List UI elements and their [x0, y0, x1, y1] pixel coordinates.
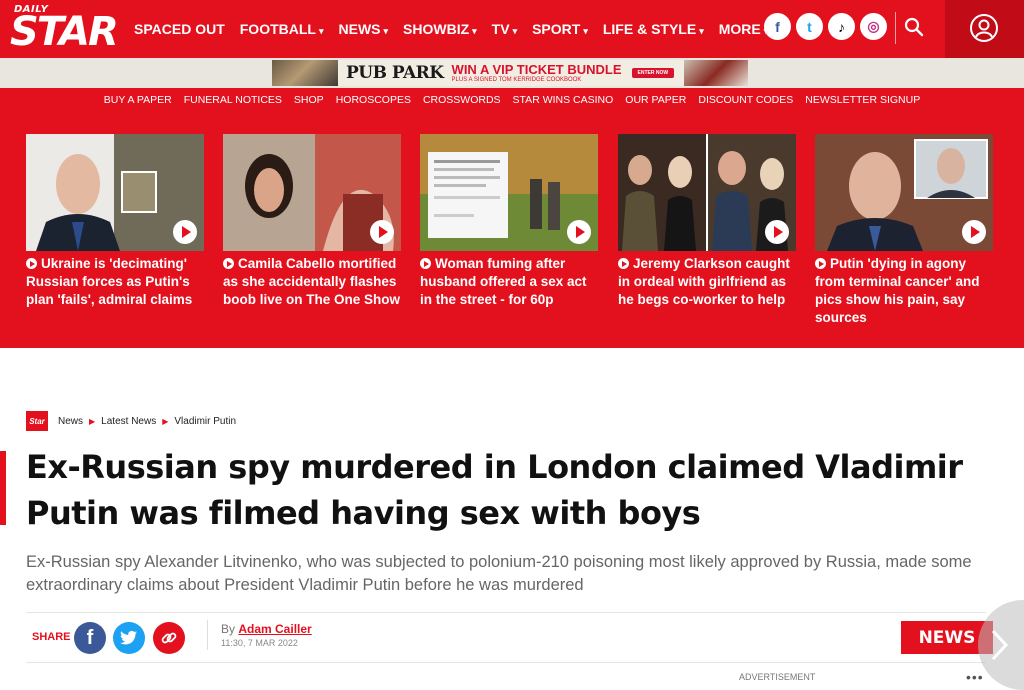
- story-headline[interactable]: Ukraine is 'decimating' Russian forces a…: [26, 255, 204, 309]
- advert-logo: PUB PARK: [346, 63, 444, 83]
- video-bullet-icon: [26, 258, 37, 269]
- story-thumbnail[interactable]: [26, 134, 204, 251]
- advert-strip: PUB PARK WIN A VIP TICKET BUNDLE PLUS A …: [0, 58, 1024, 88]
- story-thumbnail[interactable]: [223, 134, 401, 251]
- subnav-funeral-notices[interactable]: FUNERAL NOTICES: [184, 94, 282, 106]
- facebook-icon: f: [86, 626, 94, 649]
- copy-link-button[interactable]: [153, 622, 185, 654]
- play-video-icon[interactable]: [370, 220, 394, 244]
- story-headline[interactable]: Jeremy Clarkson caught in ordeal with gi…: [618, 255, 796, 309]
- video-bullet-icon: [618, 258, 629, 269]
- play-video-icon[interactable]: [567, 220, 591, 244]
- story-thumbnail[interactable]: [618, 134, 796, 251]
- twitter-icon: [120, 630, 137, 645]
- advert-subline: PLUS A SIGNED TOM KERRIDGE COOKBOOK: [451, 77, 582, 83]
- link-icon: [161, 632, 177, 644]
- nav-item-more[interactable]: MORE▾: [719, 21, 769, 37]
- chevron-down-icon: ▾: [383, 26, 389, 36]
- twitter-icon[interactable]: t: [796, 13, 823, 40]
- video-bullet-icon: [815, 258, 826, 269]
- nav-item-tv[interactable]: TV ▾: [492, 21, 517, 37]
- advert-headline: WIN A VIP TICKET BUNDLE: [451, 62, 622, 77]
- subnav-our-paper[interactable]: OUR PAPER: [625, 94, 686, 106]
- chevron-down-icon: ▾: [512, 26, 518, 36]
- subnav-crosswords[interactable]: CROSSWORDS: [423, 94, 501, 106]
- subnav-buy-a-paper[interactable]: BUY A PAPER: [104, 94, 172, 106]
- nav-item-football[interactable]: FOOTBALL ▾: [240, 21, 324, 37]
- play-video-icon[interactable]: [173, 220, 197, 244]
- story-headline[interactable]: Woman fuming after husband offered a sex…: [420, 255, 598, 309]
- nav-item-life-style[interactable]: LIFE & STYLE ▾: [603, 21, 704, 37]
- breadcrumb-vladimir-putin[interactable]: Vladimir Putin: [174, 416, 236, 427]
- article-standfirst: Ex-Russian spy Alexander Litvinenko, who…: [26, 553, 972, 594]
- nav-divider: [895, 12, 896, 44]
- story-card[interactable]: Camila Cabello mortified as she accident…: [223, 134, 401, 309]
- main-nav-links: SPACED OUT FOOTBALL ▾ NEWS ▾ SHOWBIZ ▾ TV ▾ …: [134, 0, 783, 58]
- story-thumbnail[interactable]: [815, 134, 993, 251]
- share-divider: [207, 620, 208, 650]
- tiktok-icon[interactable]: ♪: [828, 13, 855, 40]
- subnav-horoscopes[interactable]: HOROSCOPES: [336, 94, 411, 106]
- story-card[interactable]: Putin 'dying in agony from terminal canc…: [815, 134, 993, 327]
- advert-photo-left: [272, 60, 338, 86]
- chevron-down-icon: ▾: [472, 26, 477, 36]
- divider: [26, 612, 986, 613]
- play-video-icon[interactable]: [765, 220, 789, 244]
- advert-enter-button[interactable]: ENTER NOW: [631, 68, 675, 78]
- divider: [26, 662, 986, 663]
- advertisement-label: ADVERTISEMENT: [739, 672, 816, 682]
- nav-item-showbiz[interactable]: SHOWBIZ ▾: [403, 21, 477, 37]
- nav-item-news[interactable]: NEWS ▾: [339, 21, 389, 37]
- share-label: SHARE: [32, 631, 71, 643]
- instagram-icon[interactable]: ◎: [860, 13, 887, 40]
- daily-star-logo[interactable]: DAILY STAR: [10, 4, 119, 54]
- search-icon[interactable]: [903, 16, 925, 38]
- headline-accent-bar: [0, 451, 6, 525]
- story-headline[interactable]: Camila Cabello mortified as she accident…: [223, 255, 401, 309]
- story-card[interactable]: Woman fuming after husband offered a sex…: [420, 134, 598, 309]
- advert-photo-right: [684, 60, 748, 86]
- chevron-down-icon: ▾: [699, 26, 704, 36]
- next-article-button[interactable]: [978, 600, 1024, 690]
- nav-item-spaced-out[interactable]: SPACED OUT: [134, 21, 225, 37]
- facebook-icon[interactable]: f: [764, 13, 791, 40]
- trending-stories-strip: Ukraine is 'decimating' Russian forces a…: [0, 112, 1024, 348]
- share-facebook-button[interactable]: f: [74, 622, 106, 654]
- article-headline: Ex-Russian spy murdered in London claime…: [26, 448, 963, 532]
- nav-item-sport[interactable]: SPORT ▾: [532, 21, 588, 37]
- pub-in-the-park-advert[interactable]: PUB PARK WIN A VIP TICKET BUNDLE PLUS A …: [272, 60, 748, 86]
- subnav-shop[interactable]: SHOP: [294, 94, 324, 106]
- chevron-down-icon: ▾: [318, 26, 324, 36]
- breadcrumb: Star News ▶ Latest News ▶ Vladimir Putin: [26, 410, 236, 432]
- secondary-navigation: BUY A PAPER FUNERAL NOTICES SHOP HOROSCO…: [0, 88, 1024, 112]
- publish-date: 11:30, 7 MAR 2022: [221, 638, 298, 648]
- byline: By Adam Cailler: [221, 622, 312, 636]
- user-account-icon: [970, 14, 998, 42]
- author-link[interactable]: Adam Cailler: [238, 622, 311, 636]
- chevron-right-icon: [991, 629, 1009, 661]
- story-thumbnail[interactable]: [420, 134, 598, 251]
- story-card[interactable]: Ukraine is 'decimating' Russian forces a…: [26, 134, 204, 309]
- chevron-down-icon: ▾: [583, 26, 588, 36]
- story-headline[interactable]: Putin 'dying in agony from terminal canc…: [815, 255, 993, 327]
- logo-main-text: STAR: [10, 9, 119, 55]
- breadcrumb-arrow-icon: ▶: [162, 416, 169, 426]
- advert-text: WIN A VIP TICKET BUNDLE PLUS A SIGNED TO…: [452, 63, 622, 83]
- breadcrumb-arrow-icon: ▶: [89, 416, 96, 426]
- subnav-newsletter-signup[interactable]: NEWSLETTER SIGNUP: [805, 94, 920, 106]
- play-video-icon[interactable]: [962, 220, 986, 244]
- breadcrumb-latest-news[interactable]: Latest News: [101, 416, 156, 427]
- share-twitter-button[interactable]: [113, 622, 145, 654]
- subnav-star-wins-casino[interactable]: STAR WINS CASINO: [513, 94, 614, 106]
- account-button[interactable]: [945, 0, 1024, 58]
- subnav-discount-codes[interactable]: DISCOUNT CODES: [698, 94, 793, 106]
- top-navigation: DAILY STAR SPACED OUT FOOTBALL ▾ NEWS ▾ SH…: [0, 0, 1024, 58]
- star-mini-logo[interactable]: Star: [26, 411, 48, 431]
- video-bullet-icon: [420, 258, 431, 269]
- breadcrumb-news[interactable]: News: [58, 416, 83, 427]
- story-card[interactable]: Jeremy Clarkson caught in ordeal with gi…: [618, 134, 796, 309]
- video-bullet-icon: [223, 258, 234, 269]
